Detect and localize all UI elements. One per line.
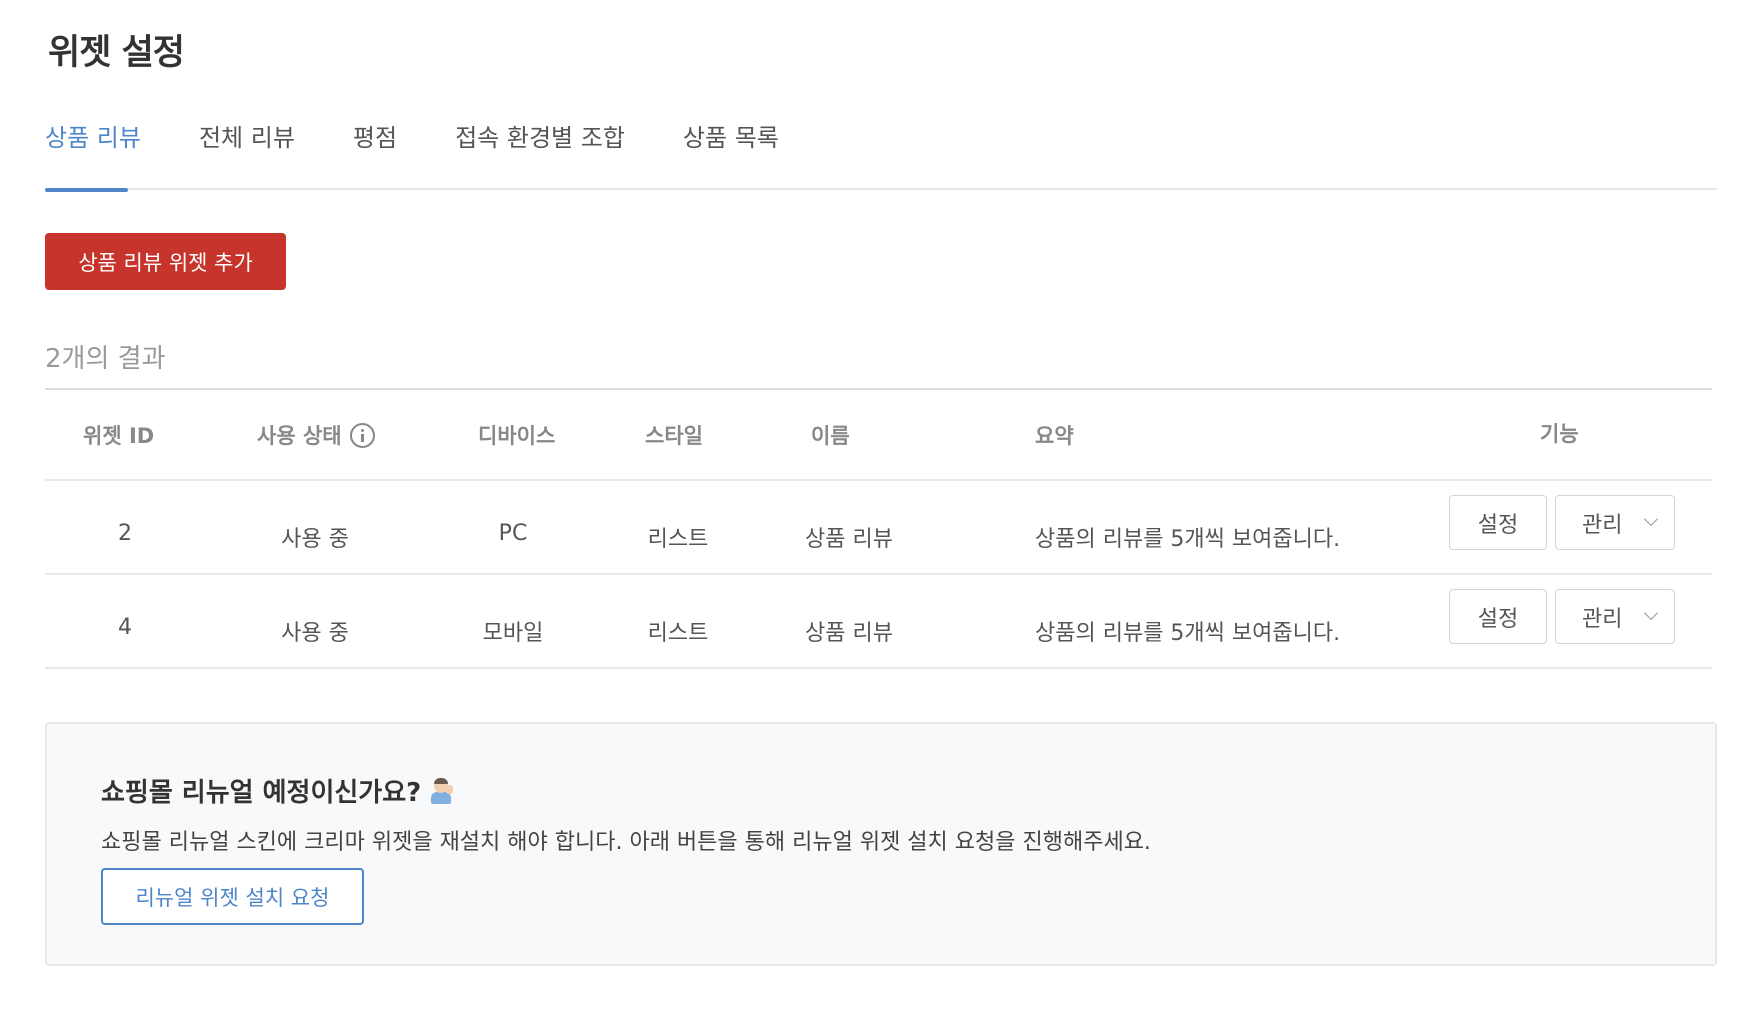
chevron-down-icon bbox=[1643, 605, 1659, 621]
tab-rating[interactable]: 평점 bbox=[353, 124, 397, 190]
column-header-name-label: 이름 bbox=[811, 424, 850, 448]
table-header: 위젯 ID 사용 상태 디바이스 스타일 이름 요약 기능 bbox=[45, 390, 1712, 481]
manage-dropdown[interactable]: 관리 bbox=[1555, 589, 1675, 644]
notice-description: 쇼핑몰 리뉴얼 스킨에 크리마 위젯을 재설치 해야 합니다. 아래 버튼을 통… bbox=[101, 830, 1151, 855]
column-header-summary-label: 요약 bbox=[1035, 424, 1074, 448]
cell-status: 사용 중 bbox=[281, 621, 349, 646]
settings-button[interactable]: 설정 bbox=[1449, 589, 1547, 644]
widget-settings-page: 위젯 설정 상품 리뷰 전체 리뷰 평점 접속 환경별 조합 상품 목록 상품 … bbox=[0, 0, 1760, 1028]
renewal-request-button[interactable]: 리뉴얼 위젯 설치 요청 bbox=[101, 868, 364, 925]
column-header-id-label: 위젯 ID bbox=[83, 424, 155, 448]
column-header-device-label: 디바이스 bbox=[478, 424, 556, 448]
column-header-device: 디바이스 bbox=[478, 420, 555, 450]
column-header-actions: 기능 bbox=[1540, 418, 1579, 448]
cell-status: 사용 중 bbox=[281, 527, 349, 552]
tab-bar: 상품 리뷰 전체 리뷰 평점 접속 환경별 조합 상품 목록 bbox=[45, 124, 1717, 192]
column-header-style: 스타일 bbox=[645, 420, 703, 450]
cell-device: 모바일 bbox=[482, 621, 544, 646]
tab-product-list[interactable]: 상품 목록 bbox=[683, 124, 779, 190]
table-row: 2 사용 중 PC 리스트 상품 리뷰 상품의 리뷰를 5개씩 보여줍니다. 설… bbox=[45, 481, 1712, 575]
manage-dropdown-label: 관리 bbox=[1582, 512, 1623, 538]
column-header-actions-label: 기능 bbox=[1540, 422, 1579, 446]
cell-name: 상품 리뷰 bbox=[805, 621, 893, 646]
tab-product-review[interactable]: 상품 리뷰 bbox=[45, 124, 141, 192]
add-widget-button[interactable]: 상품 리뷰 위젯 추가 bbox=[45, 233, 286, 290]
cell-style: 리스트 bbox=[647, 621, 709, 646]
notice-title-text: 쇼핑몰 리뉴얼 예정이신가요? bbox=[101, 778, 422, 808]
chevron-down-icon bbox=[1643, 511, 1659, 527]
tab-all-review[interactable]: 전체 리뷰 bbox=[199, 124, 295, 190]
page-title: 위젯 설정 bbox=[48, 33, 185, 73]
tab-environment-combination[interactable]: 접속 환경별 조합 bbox=[455, 124, 625, 190]
column-header-name: 이름 bbox=[811, 420, 850, 450]
cell-widget-id: 2 bbox=[118, 521, 132, 546]
widget-table: 위젯 ID 사용 상태 디바이스 스타일 이름 요약 기능 2 사용 중 PC … bbox=[45, 388, 1712, 669]
cell-style: 리스트 bbox=[647, 527, 709, 552]
settings-button[interactable]: 설정 bbox=[1449, 495, 1547, 550]
table-row: 4 사용 중 모바일 리스트 상품 리뷰 상품의 리뷰를 5개씩 보여줍니다. … bbox=[45, 575, 1712, 669]
cell-widget-id: 4 bbox=[118, 615, 132, 640]
manage-dropdown[interactable]: 관리 bbox=[1555, 495, 1675, 550]
cell-name: 상품 리뷰 bbox=[805, 527, 893, 552]
manage-dropdown-label: 관리 bbox=[1582, 606, 1623, 632]
result-count: 2개의 결과 bbox=[45, 344, 166, 374]
column-header-id: 위젯 ID bbox=[83, 420, 154, 450]
cell-summary: 상품의 리뷰를 5개씩 보여줍니다. bbox=[1035, 621, 1341, 646]
column-header-style-label: 스타일 bbox=[645, 424, 703, 448]
column-header-status-label: 사용 상태 bbox=[257, 424, 342, 448]
cell-summary: 상품의 리뷰를 5개씩 보여줍니다. bbox=[1035, 527, 1341, 552]
column-header-status: 사용 상태 bbox=[257, 420, 375, 450]
notice-title: 쇼핑몰 리뉴얼 예정이신가요? bbox=[101, 772, 455, 809]
column-header-summary: 요약 bbox=[1035, 420, 1074, 450]
cell-device: PC bbox=[498, 521, 528, 546]
info-icon[interactable] bbox=[349, 422, 375, 448]
person-raising-hand-icon bbox=[429, 777, 455, 804]
renewal-notice-box: 쇼핑몰 리뉴얼 예정이신가요? 쇼핑몰 리뉴얼 스킨에 크리마 위젯을 재설치 … bbox=[45, 722, 1717, 966]
